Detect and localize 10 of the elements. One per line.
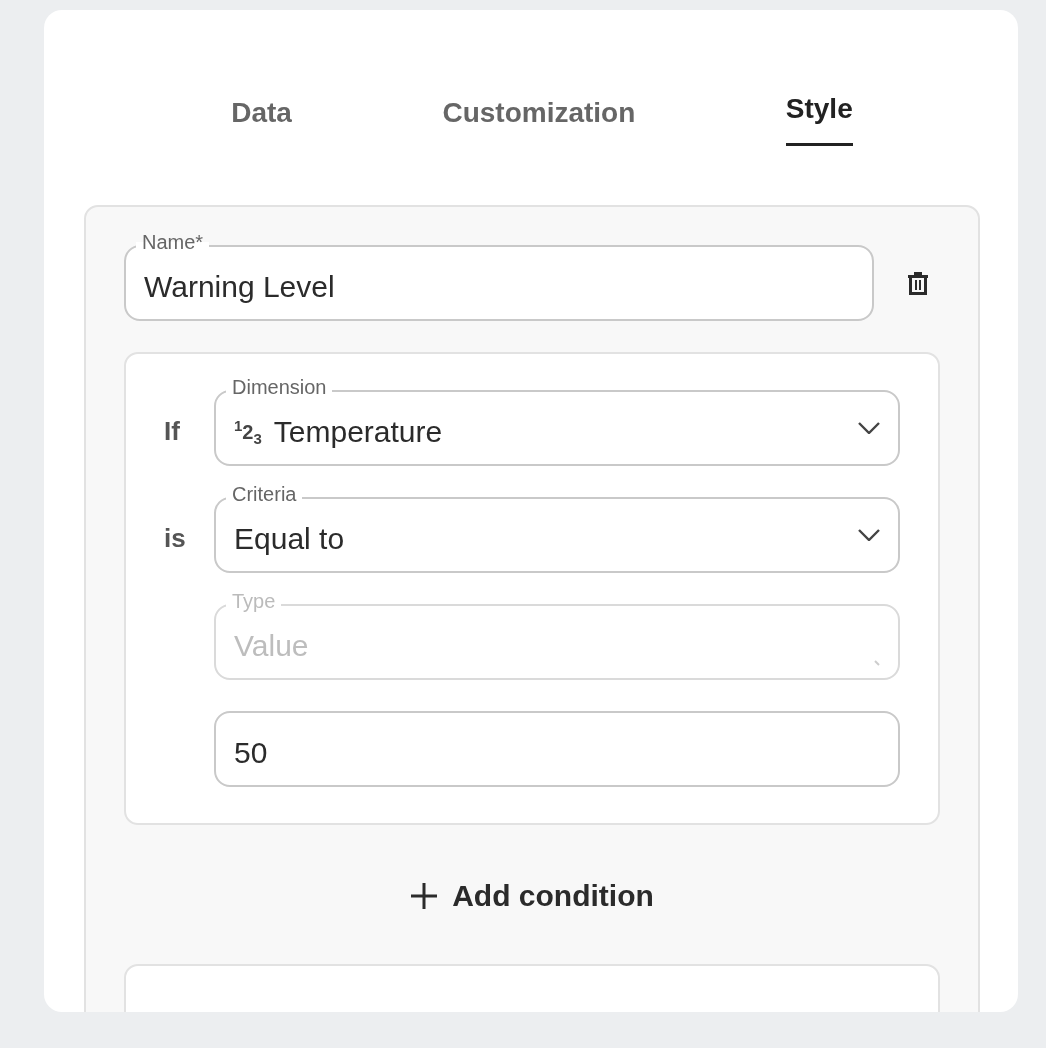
tab[interactable]: Style bbox=[785, 93, 853, 146]
trash-icon[interactable] bbox=[908, 271, 928, 295]
add-condition-button[interactable]: Add condition bbox=[400, 875, 664, 917]
tab[interactable]: Data bbox=[231, 97, 292, 150]
condition-word: If bbox=[164, 414, 181, 447]
condition-word: is bbox=[164, 521, 187, 554]
number-type-icon: $^{1}$2$_{3}$ bbox=[234, 409, 262, 447]
tab[interactable]: Customization bbox=[442, 97, 636, 150]
input-field[interactable]: 50 bbox=[214, 711, 900, 787]
plus-icon bbox=[410, 882, 439, 910]
